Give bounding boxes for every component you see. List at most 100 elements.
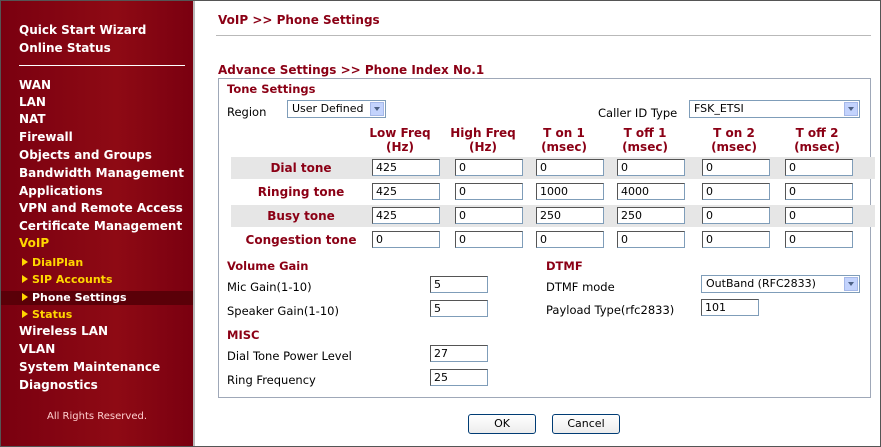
cancel-button[interactable]: Cancel (552, 414, 620, 434)
volume-gain-heading: Volume Gain (227, 259, 309, 273)
caller-id-type-value: FSK_ETSI (694, 102, 744, 115)
column-header-unit: (msec) (711, 140, 757, 154)
triangle-right-icon (22, 275, 28, 283)
chevron-down-icon (370, 102, 384, 116)
ringing-tone-label: Ringing tone (257, 185, 345, 199)
chevron-down-icon (844, 102, 858, 116)
triangle-right-icon (22, 293, 28, 301)
congestion-tone-high-freq-input[interactable]: 0 (455, 231, 523, 248)
sidebar-item-system-maintenance[interactable]: System Maintenance (19, 360, 160, 374)
dial-tone-power-level-input[interactable]: 27 (430, 345, 488, 362)
sidebar-item-lan[interactable]: LAN (19, 95, 46, 109)
chevron-down-icon (844, 277, 858, 291)
sidebar-item-vlan[interactable]: VLAN (19, 342, 55, 356)
sidebar-item-wan[interactable]: WAN (19, 78, 51, 92)
sidebar-item-objects-and-groups[interactable]: Objects and Groups (19, 148, 152, 162)
busy-tone-low-freq-input[interactable]: 425 (372, 207, 440, 224)
ringing-tone-t-off-2-input[interactable]: 0 (785, 183, 853, 200)
speaker-gain-label: Speaker Gain(1-10) (227, 304, 339, 318)
column-header-line: T off 2 (795, 126, 839, 140)
dial-tone-t-on-1-input[interactable]: 0 (536, 159, 604, 176)
busy-tone-high-freq-input[interactable]: 0 (455, 207, 523, 224)
payload-type-input[interactable]: 101 (701, 299, 759, 316)
column-header-t-on-2: T on 2 (msec) (694, 126, 774, 154)
congestion-tone-t-on-1-input[interactable]: 0 (536, 231, 604, 248)
sidebar-item-wireless-lan[interactable]: Wireless LAN (19, 324, 108, 338)
sidebar-subitem-dialplan[interactable]: DialPlan (22, 256, 83, 269)
column-header-t-off-2: T off 2 (msec) (777, 126, 857, 154)
sidebar-subitem-phone-settings[interactable]: Phone Settings (22, 291, 127, 304)
sidebar-item-diagnostics[interactable]: Diagnostics (19, 378, 98, 392)
sidebar-item-voip[interactable]: VoIP (19, 236, 49, 250)
sidebar-subitem-sip-accounts[interactable]: SIP Accounts (22, 273, 113, 286)
triangle-right-icon (22, 258, 28, 266)
sidebar: Quick Start Wizard Online Status WAN LAN… (1, 1, 195, 446)
congestion-tone-t-off-2-input[interactable]: 0 (785, 231, 853, 248)
busy-tone-t-on-1-input[interactable]: 250 (536, 207, 604, 224)
ringing-tone-high-freq-input[interactable]: 0 (455, 183, 523, 200)
column-header-line: T on 2 (713, 126, 755, 140)
congestion-tone-t-off-1-input[interactable]: 0 (617, 231, 685, 248)
sidebar-item-online-status[interactable]: Online Status (19, 41, 111, 55)
busy-tone-t-on-2-input[interactable]: 0 (702, 207, 770, 224)
dtmf-heading: DTMF (546, 259, 583, 273)
congestion-tone-t-on-2-input[interactable]: 0 (702, 231, 770, 248)
ringing-tone-t-on-1-input[interactable]: 1000 (536, 183, 604, 200)
tone-settings-heading: Tone Settings (227, 82, 316, 96)
column-header-unit: (Hz) (469, 140, 497, 154)
title-divider (216, 35, 871, 36)
column-header-line: T on 1 (543, 126, 585, 140)
congestion-tone-low-freq-input[interactable]: 0 (372, 231, 440, 248)
dial-tone-high-freq-input[interactable]: 0 (455, 159, 523, 176)
ringing-tone-t-off-1-input[interactable]: 4000 (617, 183, 685, 200)
sidebar-item-bandwidth-management[interactable]: Bandwidth Management (19, 166, 184, 180)
ringing-tone-low-freq-input[interactable]: 425 (372, 183, 440, 200)
triangle-right-icon (22, 310, 28, 318)
caller-id-type-select[interactable]: FSK_ETSI (689, 100, 860, 118)
dial-tone-low-freq-input[interactable]: 425 (372, 159, 440, 176)
page-title: VoIP >> Phone Settings (218, 13, 380, 27)
busy-tone-label: Busy tone (267, 209, 335, 223)
column-header-high-freq: High Freq (Hz) (443, 126, 523, 154)
mic-gain-input[interactable]: 5 (430, 276, 488, 293)
dtmf-mode-select[interactable]: OutBand (RFC2833) (701, 275, 860, 293)
column-header-unit: (msec) (622, 140, 668, 154)
dial-tone-t-off-1-input[interactable]: 0 (617, 159, 685, 176)
column-header-unit: (Hz) (386, 140, 414, 154)
sidebar-item-nat[interactable]: NAT (19, 112, 46, 126)
sidebar-subitem-label: Status (32, 308, 73, 321)
ring-frequency-label: Ring Frequency (227, 373, 316, 387)
sidebar-subitem-status[interactable]: Status (22, 308, 72, 321)
column-header-line: T off 1 (623, 126, 667, 140)
ringing-tone-t-on-2-input[interactable]: 0 (702, 183, 770, 200)
caller-id-type-label: Caller ID Type (598, 106, 678, 120)
ring-frequency-input[interactable]: 25 (430, 369, 488, 386)
sidebar-item-quick-start-wizard[interactable]: Quick Start Wizard (19, 23, 146, 37)
region-select-value: User Defined (292, 102, 364, 115)
sidebar-item-certificate-management[interactable]: Certificate Management (19, 219, 182, 233)
dial-tone-power-level-label: Dial Tone Power Level (227, 349, 352, 363)
sidebar-divider (19, 65, 185, 66)
column-header-line: Low Freq (369, 126, 431, 140)
column-header-t-on-1: T on 1 (msec) (524, 126, 604, 154)
region-label: Region (227, 105, 267, 119)
busy-tone-t-off-1-input[interactable]: 250 (617, 207, 685, 224)
ok-button[interactable]: OK (468, 414, 536, 434)
sidebar-item-vpn-and-remote-access[interactable]: VPN and Remote Access (19, 201, 183, 215)
page-subtitle: Advance Settings >> Phone Index No.1 (218, 63, 485, 77)
region-select[interactable]: User Defined (287, 100, 386, 118)
speaker-gain-input[interactable]: 5 (430, 300, 488, 317)
sidebar-subitem-label: DialPlan (32, 256, 84, 269)
sidebar-item-applications[interactable]: Applications (19, 184, 103, 198)
payload-type-label: Payload Type(rfc2833) (546, 303, 675, 317)
sidebar-subitem-label: Phone Settings (32, 291, 127, 304)
sidebar-subitem-label: SIP Accounts (32, 273, 113, 286)
misc-heading: MISC (227, 328, 260, 342)
mic-gain-label: Mic Gain(1-10) (227, 280, 312, 294)
busy-tone-t-off-2-input[interactable]: 0 (785, 207, 853, 224)
dial-tone-t-on-2-input[interactable]: 0 (702, 159, 770, 176)
dtmf-mode-value: OutBand (RFC2833) (706, 277, 816, 290)
dial-tone-t-off-2-input[interactable]: 0 (785, 159, 853, 176)
settings-box: Tone Settings Region User Defined Caller… (218, 78, 875, 398)
sidebar-item-firewall[interactable]: Firewall (19, 130, 73, 144)
